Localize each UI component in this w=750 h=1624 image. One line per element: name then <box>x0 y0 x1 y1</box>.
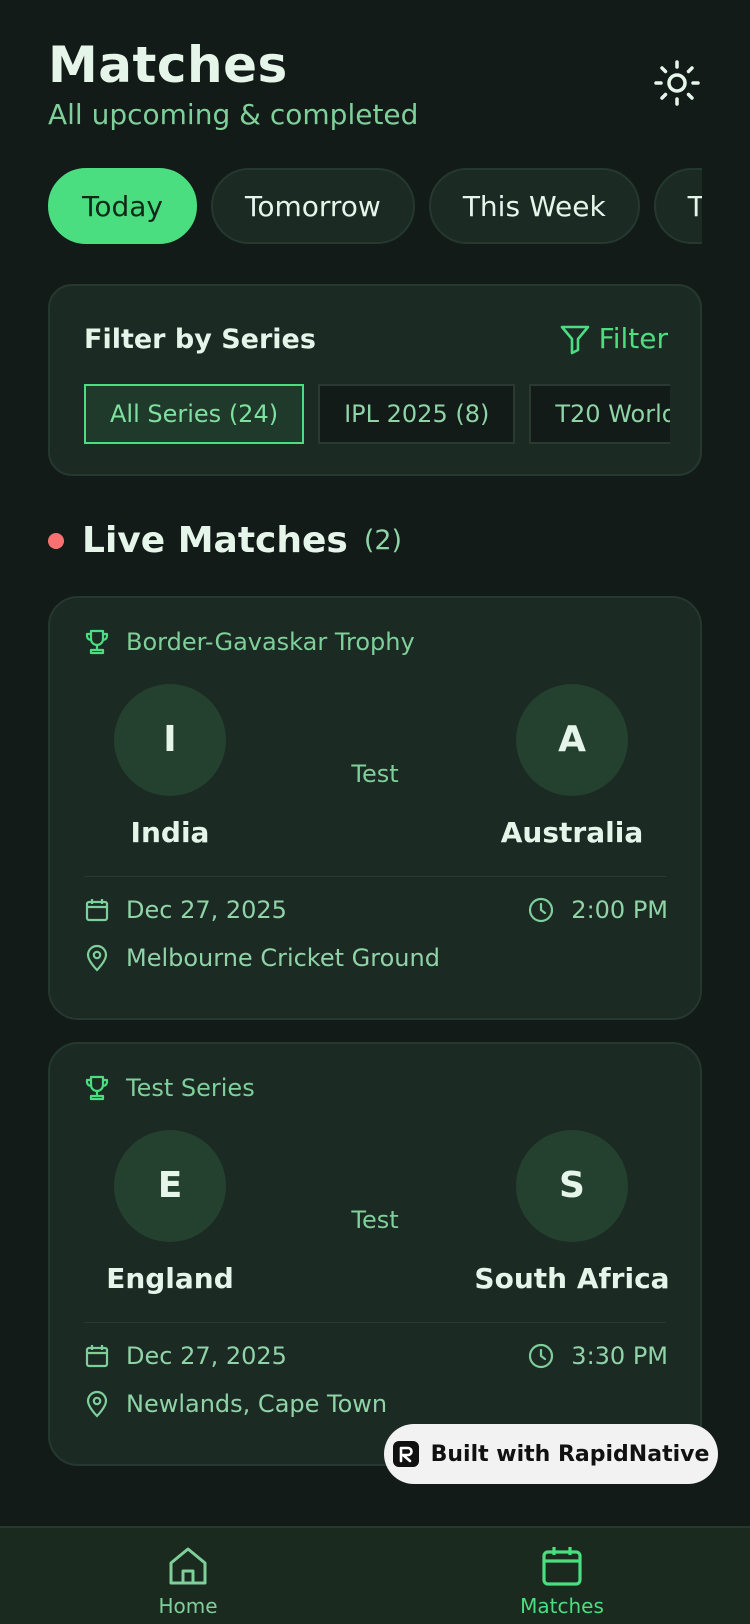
match-venue-text: Melbourne Cricket Ground <box>126 944 440 972</box>
nav-matches-label: Matches <box>520 1594 604 1618</box>
sun-icon <box>654 60 700 106</box>
team-away: A Australia <box>462 684 682 849</box>
match-time-text: 3:30 PM <box>571 1342 668 1370</box>
series-chips: All Series (24)IPL 2025 (8)T20 World Cup <box>84 384 670 446</box>
live-indicator <box>48 532 64 549</box>
page-title: Matches <box>48 36 288 94</box>
match-venue: Newlands, Cape Town <box>84 1390 387 1418</box>
card-divider <box>84 1322 666 1323</box>
series-chip-ipl[interactable]: IPL 2025 (8) <box>318 384 516 444</box>
location-pin-icon <box>86 1390 108 1418</box>
chip-tomorrow[interactable]: Tomorrow <box>210 168 415 244</box>
match-time-text: 2:00 PM <box>571 896 668 924</box>
filter-button[interactable]: Filter <box>559 322 668 355</box>
nav-home[interactable]: Home <box>108 1544 268 1618</box>
calendar-icon <box>85 1345 109 1368</box>
page-header: Matches All upcoming & completed <box>48 36 418 131</box>
series-chip-t20-world-cup[interactable]: T20 World Cup <box>529 384 670 444</box>
match-series-name: Border-Gavaskar Trophy <box>126 628 415 656</box>
bottom-navigation: Home Matches <box>0 1526 750 1624</box>
team-name: South Africa <box>474 1262 670 1295</box>
section-title: Live Matches <box>82 520 348 561</box>
chip-this-month[interactable]: This Month <box>653 168 702 244</box>
match-date-text: Dec 27, 2025 <box>126 896 287 924</box>
date-filter-chips: TodayTomorrowThis Week This Month <box>48 168 702 244</box>
built-with-badge[interactable]: Built with RapidNative <box>384 1424 718 1484</box>
match-time: 2:00 PM <box>527 896 668 924</box>
match-series: Test Series <box>84 1074 255 1102</box>
filter-icon <box>560 325 589 354</box>
match-venue-text: Newlands, Cape Town <box>126 1390 388 1418</box>
live-matches-header: Live Matches (2) <box>48 520 402 561</box>
team-avatar: S <box>516 1130 628 1242</box>
team-name: England <box>106 1262 234 1295</box>
filter-button-label: Filter <box>598 322 668 355</box>
team-away: S South Africa <box>462 1130 682 1295</box>
match-venue: Melbourne Cricket Ground <box>84 944 440 972</box>
nav-matches[interactable]: Matches <box>482 1544 642 1618</box>
match-card[interactable]: Border-Gavaskar Trophy I India Test A Au… <box>48 596 702 1020</box>
clock-icon <box>529 1343 554 1369</box>
card-divider <box>84 876 666 877</box>
match-series-name: Test Series <box>126 1074 255 1102</box>
location-pin-icon <box>86 944 108 972</box>
chip-this-week[interactable]: This Week <box>428 168 640 244</box>
filter-card-title: Filter by Series <box>84 324 316 355</box>
team-name: India <box>130 816 210 849</box>
match-date: Dec 27, 2025 <box>84 1342 287 1370</box>
match-card[interactable]: Test Series E England Test S South Afric… <box>48 1042 702 1466</box>
trophy-icon <box>85 629 109 655</box>
page-subtitle: All upcoming & completed <box>48 98 419 131</box>
chip-today[interactable]: Today <box>48 168 197 244</box>
clock-icon <box>529 897 554 923</box>
nav-home-label: Home <box>158 1594 218 1618</box>
match-time: 3:30 PM <box>527 1342 668 1370</box>
calendar-icon <box>542 1547 582 1586</box>
match-series: Border-Gavaskar Trophy <box>84 628 415 656</box>
rapidnative-logo-icon <box>392 1441 419 1467</box>
team-name: Australia <box>500 816 644 849</box>
theme-toggle-button[interactable] <box>652 58 702 108</box>
trophy-icon <box>85 1075 109 1101</box>
series-filter-card: Filter by Series Filter All Series (24) I… <box>48 284 702 476</box>
series-chip-all[interactable]: All Series (24) <box>84 384 305 444</box>
match-date-text: Dec 27, 2025 <box>126 1342 287 1370</box>
calendar-icon <box>85 899 109 922</box>
home-icon <box>169 1547 207 1585</box>
badge-label: Built with RapidNative <box>430 1441 710 1467</box>
match-date: Dec 27, 2025 <box>84 896 287 924</box>
section-count: (2) <box>363 525 403 556</box>
team-avatar: A <box>516 684 628 796</box>
